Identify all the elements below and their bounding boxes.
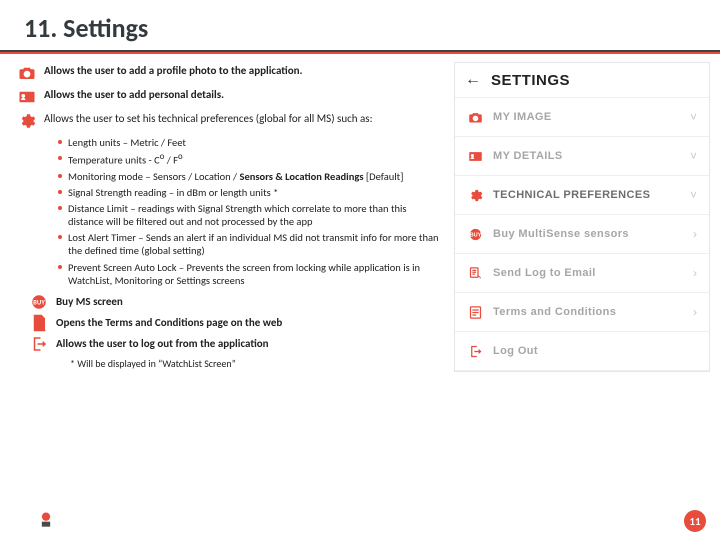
preferences-list: Length units – Metric / Feet Temperature…	[58, 136, 444, 287]
phone-row-label: MY IMAGE	[493, 111, 680, 123]
out-icon	[467, 343, 483, 359]
chevron-icon: ˅	[690, 110, 697, 124]
gear-icon	[467, 187, 483, 203]
phone-row-label: Send Log to Email	[493, 267, 683, 279]
gear-icon	[18, 112, 36, 130]
phone-row-camera[interactable]: MY IMAGE ˅	[455, 98, 709, 137]
footnote: * Will be displayed in “WatchList Screen…	[70, 357, 444, 370]
chevron-icon: ›	[693, 227, 697, 241]
logout-desc: Allows the user to log out from the appl…	[56, 337, 269, 350]
phone-title: SETTINGS	[491, 72, 570, 89]
phone-row-label: Buy MultiSense sensors	[493, 228, 683, 240]
buy-icon	[30, 293, 48, 311]
chevron-icon: ˅	[690, 188, 697, 202]
sub-lock: Prevent Screen Auto Lock – Prevents the …	[68, 261, 444, 287]
phone-row-tc[interactable]: Terms and Conditions ›	[455, 293, 709, 332]
sub-signal: Signal Strength reading – in dBm or leng…	[68, 186, 444, 199]
phone-row-label: Terms and Conditions	[493, 306, 683, 318]
page-title: 11. Settings	[0, 0, 720, 50]
phone-row-label: TECHNICAL PREFERENCES	[493, 189, 680, 201]
phone-row-buy[interactable]: Buy MultiSense sensors ›	[455, 215, 709, 254]
sub-length: Length units – Metric / Feet	[68, 136, 444, 149]
camera-icon	[18, 64, 36, 82]
card-icon	[467, 148, 483, 164]
sub-lost: Lost Alert Timer – Sends an alert if an …	[68, 231, 444, 257]
sub-distance: Distance Limit – readings with Signal St…	[68, 202, 444, 228]
gear-desc: Allows the user to set his technical pre…	[44, 112, 444, 126]
divider-orange	[0, 52, 720, 54]
chevron-icon: ˅	[690, 149, 697, 163]
page-number: 11	[684, 510, 706, 532]
phone-screenshot: ← SETTINGS MY IMAGE˅MY DETAILS˅TECHNICAL…	[454, 62, 710, 372]
buy-desc: Buy MS screen	[56, 295, 123, 308]
description-column: Allows the user to add a profile photo t…	[18, 60, 444, 372]
doc-icon	[30, 314, 48, 332]
log-icon	[467, 265, 483, 281]
chevron-icon: ›	[693, 305, 697, 319]
tc-desc: Opens the Terms and Conditions page on t…	[56, 316, 282, 329]
camera-desc: Allows the user to add a profile photo t…	[44, 64, 444, 78]
phone-row-card[interactable]: MY DETAILS ˅	[455, 137, 709, 176]
logout-icon	[30, 335, 48, 353]
sub-mode: Monitoring mode – Sensors / Location / S…	[68, 170, 444, 183]
camera-icon	[467, 109, 483, 125]
sub-temp: Temperature units - Co / Fo	[68, 152, 444, 167]
back-icon[interactable]: ←	[465, 71, 481, 89]
card-desc: Allows the user to add personal details.	[44, 88, 444, 102]
brand-logo	[36, 510, 56, 530]
chevron-icon: ›	[693, 266, 697, 280]
phone-row-gear[interactable]: TECHNICAL PREFERENCES ˅	[455, 176, 709, 215]
phone-row-log[interactable]: Send Log to Email ›	[455, 254, 709, 293]
card-icon	[18, 88, 36, 106]
phone-row-out[interactable]: Log Out	[455, 332, 709, 371]
tc-icon	[467, 304, 483, 320]
phone-row-label: MY DETAILS	[493, 150, 680, 162]
phone-row-label: Log Out	[493, 345, 687, 357]
buy-icon	[467, 226, 483, 242]
